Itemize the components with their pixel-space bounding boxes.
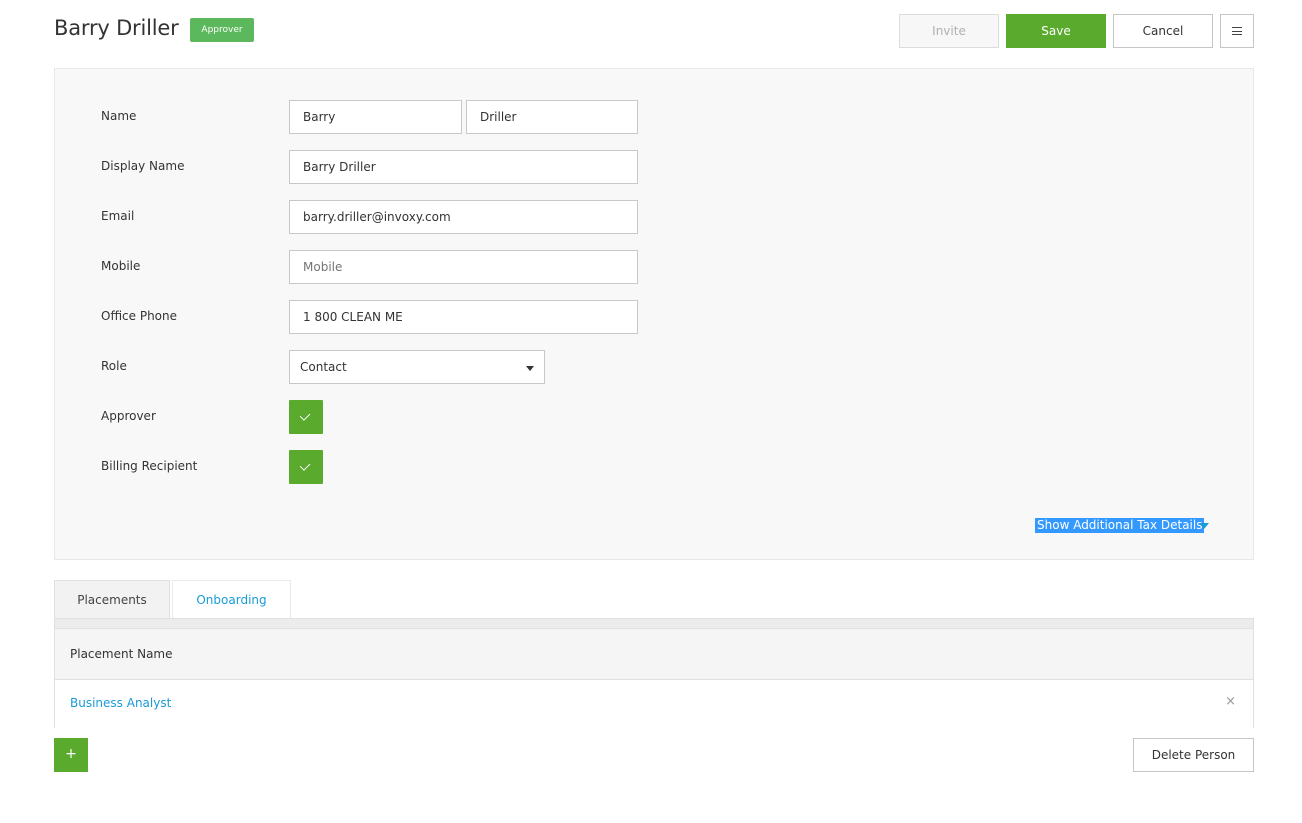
email-label: Email — [101, 209, 135, 223]
last-name-field[interactable] — [466, 100, 638, 134]
checkmark-icon — [299, 460, 311, 471]
caret-down-icon[interactable] — [1199, 523, 1209, 529]
page-title: Barry Driller — [54, 16, 179, 40]
tab-placements[interactable]: Placements — [54, 580, 170, 619]
display-name-label: Display Name — [101, 159, 185, 173]
role-select-value: Contact — [300, 360, 347, 374]
placement-link[interactable]: Business Analyst — [70, 696, 171, 710]
invite-button[interactable]: Invite — [899, 14, 999, 48]
tab-onboarding[interactable]: Onboarding — [172, 580, 291, 619]
remove-icon[interactable]: × — [1225, 694, 1236, 709]
role-label: Role — [101, 359, 127, 373]
show-tax-details-link[interactable]: Show Additional Tax Details — [1035, 518, 1205, 533]
placement-name-column-header: Placement Name — [70, 647, 173, 661]
save-button[interactable]: Save — [1006, 14, 1106, 48]
display-name-field[interactable] — [289, 150, 638, 184]
caret-down-icon — [526, 366, 534, 371]
placements-table: Placement Name Business Analyst × — [54, 618, 1254, 728]
person-form: Name Display Name Email Mobile Office Ph… — [54, 68, 1254, 560]
approver-label: Approver — [101, 409, 156, 423]
approver-checkbox[interactable] — [289, 400, 323, 434]
office-phone-field[interactable] — [289, 300, 638, 334]
first-name-field[interactable] — [289, 100, 462, 134]
checkmark-icon — [299, 410, 311, 421]
hamburger-icon — [1232, 27, 1242, 35]
mobile-field[interactable] — [289, 250, 638, 284]
billing-recipient-label: Billing Recipient — [101, 459, 198, 473]
delete-person-button[interactable]: Delete Person — [1133, 738, 1254, 772]
role-select[interactable]: Contact — [289, 350, 545, 384]
menu-button[interactable] — [1220, 14, 1254, 48]
cancel-button[interactable]: Cancel — [1113, 14, 1213, 48]
email-field[interactable] — [289, 200, 638, 234]
mobile-label: Mobile — [101, 259, 141, 273]
office-phone-label: Office Phone — [101, 309, 178, 323]
name-label: Name — [101, 109, 137, 123]
add-placement-button[interactable]: + — [54, 738, 88, 772]
billing-recipient-checkbox[interactable] — [289, 450, 323, 484]
table-header: Placement Name — [55, 629, 1253, 680]
table-toolbar — [55, 619, 1253, 629]
status-badge: Approver — [190, 18, 254, 42]
table-row: Business Analyst × — [55, 680, 1253, 728]
